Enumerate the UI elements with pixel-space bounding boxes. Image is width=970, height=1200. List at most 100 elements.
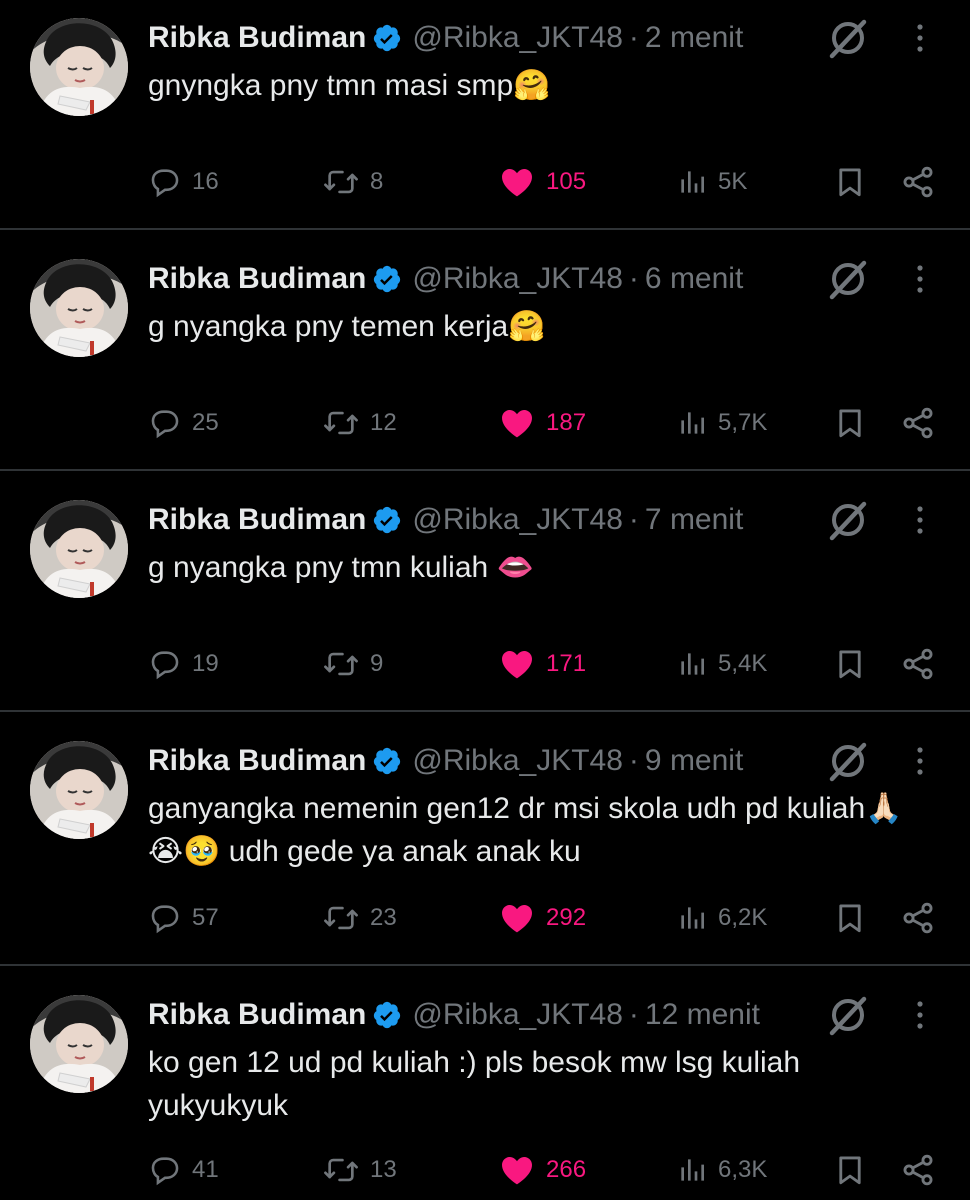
bookmark-button[interactable]	[830, 403, 870, 443]
tweet-actions: 57 23 292 6,2K	[0, 898, 970, 938]
verified-badge-icon	[372, 746, 402, 776]
reply-icon	[148, 406, 192, 440]
tweet[interactable]: Ribka Budiman @Ribka_JKT48 · 7 menit g nyan…	[0, 500, 970, 680]
views-icon	[676, 1153, 718, 1187]
tweet[interactable]: Ribka Budiman @Ribka_JKT48 · 9 menit ganyan…	[0, 741, 970, 934]
tweet-actions: 16 8 105 5K	[0, 162, 970, 202]
more-vertical-icon[interactable]	[906, 741, 934, 781]
like-count: 292	[546, 904, 587, 931]
author-name[interactable]: Ribka Budiman	[148, 262, 366, 296]
verified-badge-icon	[372, 23, 402, 53]
views-icon	[676, 165, 718, 199]
retweet-button[interactable]: 12	[322, 403, 397, 443]
retweet-count: 12	[370, 409, 397, 436]
author-handle[interactable]: @Ribka_JKT48	[412, 744, 623, 778]
tweet-actions: 41 13 266 6,3K	[0, 1150, 970, 1190]
tweet-time[interactable]: 12 menit	[645, 998, 760, 1032]
share-button[interactable]	[898, 1150, 938, 1190]
views-button[interactable]: 5,4K	[676, 644, 767, 684]
author-handle[interactable]: @Ribka_JKT48	[412, 21, 623, 55]
bookmark-button[interactable]	[830, 644, 870, 684]
grok-icon[interactable]	[826, 257, 870, 301]
views-count: 5,7K	[718, 409, 768, 436]
more-vertical-icon[interactable]	[906, 18, 934, 58]
more-vertical-icon[interactable]	[906, 995, 934, 1035]
retweet-icon	[322, 406, 370, 440]
retweet-button[interactable]: 23	[322, 898, 397, 938]
author-name[interactable]: Ribka Budiman	[148, 503, 366, 537]
retweet-button[interactable]: 8	[322, 162, 383, 202]
tweet-time[interactable]: 6 menit	[645, 262, 743, 296]
avatar[interactable]	[30, 259, 128, 357]
reply-icon	[148, 901, 192, 935]
tweet-text: ko gen 12 ud pd kuliah :) pls besok mw l…	[148, 1041, 948, 1127]
more-vertical-icon[interactable]	[906, 500, 934, 540]
separator-dot: ·	[628, 503, 639, 536]
tweet[interactable]: Ribka Budiman @Ribka_JKT48 · 12 menit ko ge…	[0, 995, 970, 1186]
separator-dot: ·	[628, 998, 639, 1031]
share-button[interactable]	[898, 162, 938, 202]
bookmark-button[interactable]	[830, 1150, 870, 1190]
avatar[interactable]	[30, 741, 128, 839]
tweet-time[interactable]: 9 menit	[645, 744, 743, 778]
avatar[interactable]	[30, 500, 128, 598]
reply-button[interactable]: 57	[148, 898, 219, 938]
share-button[interactable]	[898, 898, 938, 938]
avatar[interactable]	[30, 995, 128, 1093]
bookmark-button[interactable]	[830, 898, 870, 938]
grok-icon[interactable]	[826, 993, 870, 1037]
reply-button[interactable]: 25	[148, 403, 219, 443]
grok-icon[interactable]	[826, 739, 870, 783]
author-name[interactable]: Ribka Budiman	[148, 744, 366, 778]
tweet[interactable]: Ribka Budiman @Ribka_JKT48 · 6 menit g nyan…	[0, 259, 970, 439]
share-button[interactable]	[898, 644, 938, 684]
tweet-time[interactable]: 2 menit	[645, 21, 743, 55]
retweet-icon	[322, 165, 370, 199]
retweet-button[interactable]: 9	[322, 644, 383, 684]
like-button[interactable]: 105	[498, 162, 586, 202]
more-vertical-icon[interactable]	[906, 259, 934, 299]
views-count: 5K	[718, 168, 748, 195]
tweet-time[interactable]: 7 menit	[645, 503, 743, 537]
like-button[interactable]: 187	[498, 403, 586, 443]
reply-button[interactable]: 16	[148, 162, 219, 202]
author-handle[interactable]: @Ribka_JKT48	[412, 503, 623, 537]
tweet[interactable]: Ribka Budiman @Ribka_JKT48 · 2 menit gnyngk…	[0, 18, 970, 198]
avatar[interactable]	[30, 18, 128, 116]
like-button[interactable]: 266	[498, 1150, 586, 1190]
reply-button[interactable]: 41	[148, 1150, 219, 1190]
retweet-icon	[322, 901, 370, 935]
heart-icon	[498, 164, 546, 200]
heart-icon	[498, 405, 546, 441]
bookmark-button[interactable]	[830, 162, 870, 202]
bookmark-icon	[833, 900, 867, 936]
author-handle[interactable]: @Ribka_JKT48	[412, 998, 623, 1032]
like-count: 266	[546, 1156, 587, 1183]
reply-icon	[148, 165, 192, 199]
views-count: 6,2K	[718, 904, 768, 931]
views-button[interactable]: 5K	[676, 162, 747, 202]
views-button[interactable]: 6,2K	[676, 898, 767, 938]
views-button[interactable]: 5,7K	[676, 403, 767, 443]
reply-button[interactable]: 19	[148, 644, 219, 684]
heart-icon	[498, 1152, 546, 1188]
verified-badge-icon	[372, 264, 402, 294]
author-name[interactable]: Ribka Budiman	[148, 21, 366, 55]
like-count: 187	[546, 409, 587, 436]
author-name[interactable]: Ribka Budiman	[148, 998, 366, 1032]
retweet-icon	[322, 1153, 370, 1187]
retweet-count: 9	[370, 650, 384, 677]
views-button[interactable]: 6,3K	[676, 1150, 767, 1190]
tweet-divider	[0, 228, 970, 230]
tweet-text-line: ko gen 12 ud pd kuliah :) pls besok mw l…	[148, 1046, 801, 1079]
share-button[interactable]	[898, 403, 938, 443]
like-button[interactable]: 171	[498, 644, 586, 684]
like-button[interactable]: 292	[498, 898, 586, 938]
author-handle[interactable]: @Ribka_JKT48	[412, 262, 623, 296]
grok-icon[interactable]	[826, 498, 870, 542]
retweet-button[interactable]: 13	[322, 1150, 397, 1190]
tweet-text: ganyangka nemenin gen12 dr msi skola udh…	[148, 787, 948, 873]
tweet-divider	[0, 964, 970, 966]
reply-count: 41	[192, 1156, 219, 1183]
grok-icon[interactable]	[826, 16, 870, 60]
